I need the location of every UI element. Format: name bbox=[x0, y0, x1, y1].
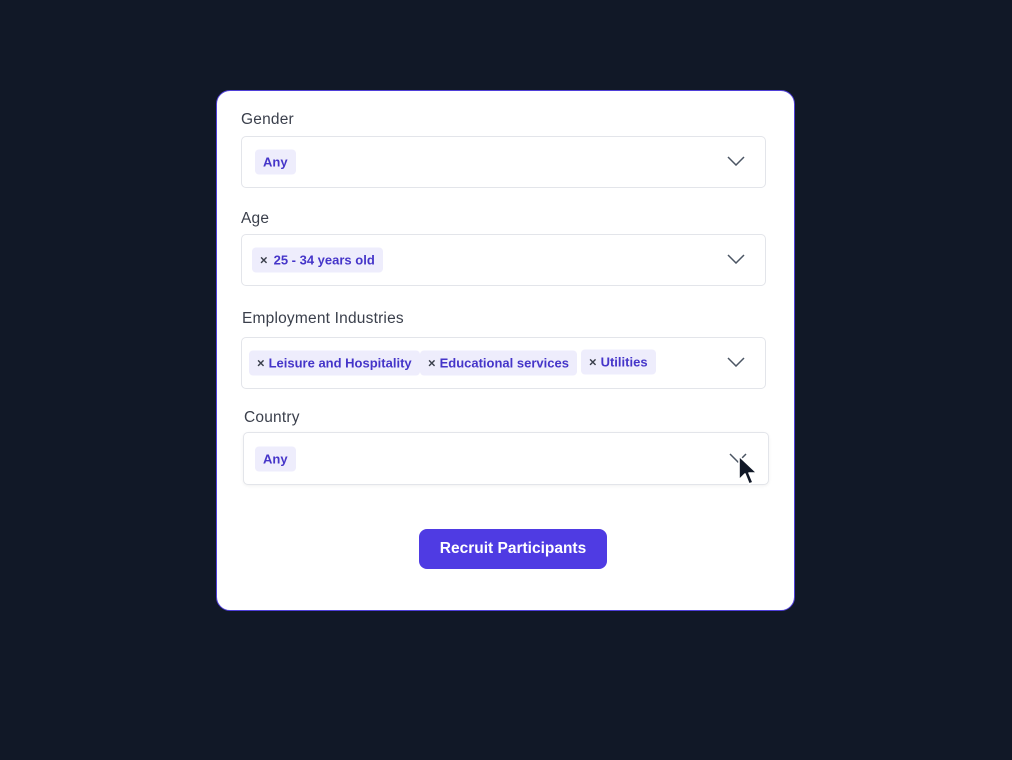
gender-label: Gender bbox=[241, 111, 294, 128]
chip-label: Educational services bbox=[439, 355, 569, 371]
industry-chip-utilities: × Utilities bbox=[581, 349, 656, 375]
country-select[interactable]: Any bbox=[243, 432, 769, 485]
chip-label: Leisure and Hospitality bbox=[268, 355, 412, 371]
country-label: Country bbox=[244, 409, 300, 426]
chip-label: Any bbox=[263, 451, 288, 466]
gender-select[interactable]: Any bbox=[241, 136, 766, 188]
chevron-down-icon[interactable] bbox=[727, 357, 745, 367]
age-chip: × 25 - 34 years old bbox=[252, 247, 383, 273]
close-icon[interactable]: × bbox=[589, 350, 597, 375]
mouse-pointer-icon bbox=[737, 454, 759, 488]
close-icon[interactable]: × bbox=[428, 351, 436, 376]
industry-chip-leisure: × Leisure and Hospitality bbox=[249, 350, 420, 376]
employment-industries-label: Employment Industries bbox=[242, 310, 404, 327]
industry-chip-educational: × Educational services bbox=[420, 350, 577, 376]
age-select[interactable]: × 25 - 34 years old bbox=[241, 234, 766, 286]
recruit-form-card: Gender Any Age × 25 - 34 years old Emplo… bbox=[216, 90, 795, 611]
close-icon[interactable]: × bbox=[260, 248, 268, 273]
age-label: Age bbox=[241, 210, 270, 227]
chevron-down-icon[interactable] bbox=[727, 254, 745, 264]
chip-label: 25 - 34 years old bbox=[273, 252, 375, 268]
chip-label: Utilities bbox=[600, 354, 648, 370]
employment-industries-select[interactable]: × Leisure and Hospitality × Educational … bbox=[241, 337, 766, 389]
recruit-participants-button[interactable]: Recruit Participants bbox=[419, 529, 607, 569]
close-icon[interactable]: × bbox=[257, 351, 265, 376]
gender-chip-any: Any bbox=[255, 149, 296, 175]
chevron-down-icon[interactable] bbox=[727, 156, 745, 166]
chip-label: Any bbox=[263, 154, 288, 170]
country-chip-any: Any bbox=[255, 446, 296, 471]
